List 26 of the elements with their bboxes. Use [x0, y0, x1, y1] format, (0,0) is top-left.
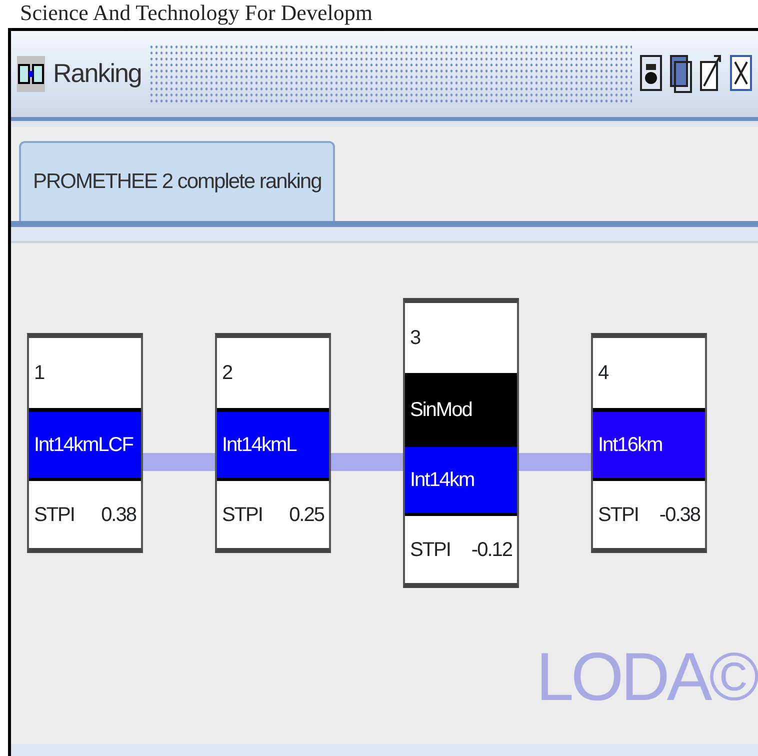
- window-title: Ranking: [53, 58, 142, 90]
- close-icon[interactable]: [730, 54, 752, 94]
- alternative-name: SinMod: [410, 398, 472, 422]
- logo-text: LODA©: [536, 643, 756, 711]
- caption-text: Science And Technology For Developm: [19, 0, 372, 26]
- window-icon: [17, 56, 45, 92]
- alternative-name: Int14km: [410, 468, 474, 492]
- alternative-name: Int16km: [598, 433, 662, 457]
- rank-number: 2: [222, 361, 232, 385]
- score-value: 0.25: [289, 502, 324, 526]
- rank-number: 1: [34, 361, 44, 385]
- metric-label: STPI: [222, 502, 262, 526]
- maximize-icon[interactable]: [700, 54, 722, 94]
- alternative-name: Int14kmL: [222, 433, 296, 457]
- metric-label: STPI: [598, 502, 638, 526]
- rank-number: 3: [410, 326, 420, 350]
- alternative-name: Int14kmLCF: [34, 433, 133, 457]
- camera-icon[interactable]: [640, 54, 662, 94]
- score-value: 0.38: [101, 502, 136, 526]
- score-value: -0.12: [471, 538, 512, 562]
- rank-number: 4: [598, 361, 608, 385]
- metric-label: STPI: [34, 502, 74, 526]
- tab[interactable]: PROMETHEE 2 complete ranking: [19, 141, 336, 221]
- metric-label: STPI: [410, 538, 450, 562]
- score-value: -0.38: [659, 502, 700, 526]
- copy-icon[interactable]: [670, 54, 692, 94]
